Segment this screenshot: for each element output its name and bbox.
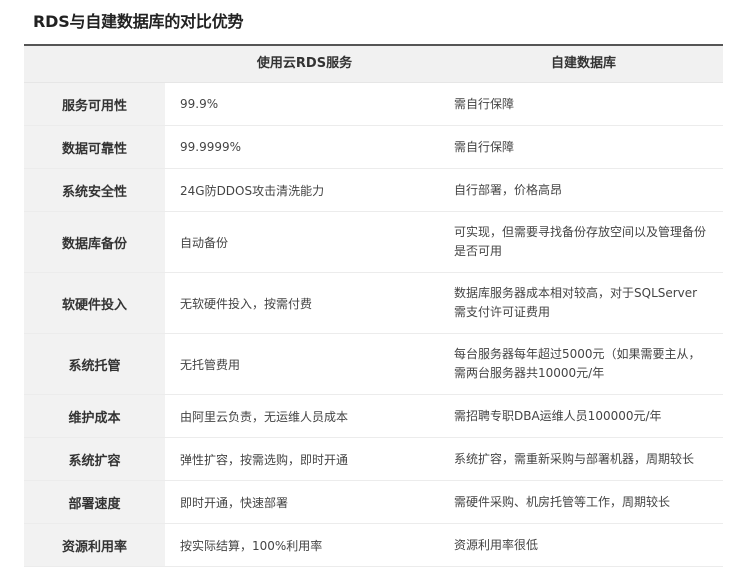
rds-value: 99.9999% <box>165 126 439 168</box>
rds-value: 无托管费用 <box>165 334 439 394</box>
table-row: 数据库备份 自动备份 可实现，但需要寻找备份存放空间以及管理备份是否可用 <box>24 212 723 273</box>
self-value: 每台服务器每年超过5000元（如果需要主从，需两台服务器共10000元/年 <box>439 334 723 394</box>
rds-value: 由阿里云负责，无运维人员成本 <box>165 395 439 437</box>
row-label: 系统托管 <box>24 334 165 394</box>
row-label: 维护成本 <box>24 395 165 437</box>
rds-value: 按实际结算，100%利用率 <box>165 524 439 566</box>
row-label: 部署速度 <box>24 481 165 523</box>
row-label: 软硬件投入 <box>24 273 165 333</box>
header-self-built-db: 自建数据库 <box>550 56 616 71</box>
self-value: 需硬件采购、机房托管等工作，周期较长 <box>439 481 723 523</box>
table-row: 系统安全性 24G防DDOS攻击清洗能力 自行部署，价格高昂 <box>24 169 723 212</box>
self-value: 需招聘专职DBA运维人员100000元/年 <box>439 395 723 437</box>
header-rds-service: 使用云RDS服务 <box>256 56 353 71</box>
table-header: 使用云RDS服务 自建数据库 <box>24 46 723 83</box>
self-value: 自行部署，价格高昂 <box>439 169 723 211</box>
table-row: 服务可用性 99.9% 需自行保障 <box>24 83 723 126</box>
row-label: 资源利用率 <box>24 524 165 566</box>
rds-value: 自动备份 <box>165 212 439 272</box>
rds-value: 弹性扩容，按需选购，即时开通 <box>165 438 439 480</box>
page-title: RDS与自建数据库的对比优势 <box>33 12 244 31</box>
rds-value: 即时开通，快速部署 <box>165 481 439 523</box>
table-row: 软硬件投入 无软硬件投入，按需付费 数据库服务器成本相对较高，对于SQLServ… <box>24 273 723 334</box>
self-value: 资源利用率很低 <box>439 524 723 566</box>
row-label: 系统安全性 <box>24 169 165 211</box>
self-value: 需自行保障 <box>439 126 723 168</box>
header-blank-cell <box>24 46 165 82</box>
table-row: 数据可靠性 99.9999% 需自行保障 <box>24 126 723 169</box>
row-label: 服务可用性 <box>24 83 165 125</box>
table-row: 维护成本 由阿里云负责，无运维人员成本 需招聘专职DBA运维人员100000元/… <box>24 395 723 438</box>
table-row: 系统扩容 弹性扩容，按需选购，即时开通 系统扩容，需重新采购与部署机器，周期较长 <box>24 438 723 481</box>
rds-value: 99.9% <box>165 83 439 125</box>
comparison-table: 使用云RDS服务 自建数据库 服务可用性 99.9% 需自行保障 数据可靠性 9… <box>24 46 723 567</box>
rds-value: 无软硬件投入，按需付费 <box>165 273 439 333</box>
self-value: 可实现，但需要寻找备份存放空间以及管理备份是否可用 <box>439 212 723 272</box>
row-label: 数据库备份 <box>24 212 165 272</box>
table-row: 资源利用率 按实际结算，100%利用率 资源利用率很低 <box>24 524 723 567</box>
table-row: 部署速度 即时开通，快速部署 需硬件采购、机房托管等工作，周期较长 <box>24 481 723 524</box>
row-label: 系统扩容 <box>24 438 165 480</box>
table-row: 系统托管 无托管费用 每台服务器每年超过5000元（如果需要主从，需两台服务器共… <box>24 334 723 395</box>
row-label: 数据可靠性 <box>24 126 165 168</box>
rds-value: 24G防DDOS攻击清洗能力 <box>165 169 439 211</box>
self-value: 需自行保障 <box>439 83 723 125</box>
self-value: 数据库服务器成本相对较高，对于SQLServer需支付许可证费用 <box>439 273 723 333</box>
self-value: 系统扩容，需重新采购与部署机器，周期较长 <box>439 438 723 480</box>
